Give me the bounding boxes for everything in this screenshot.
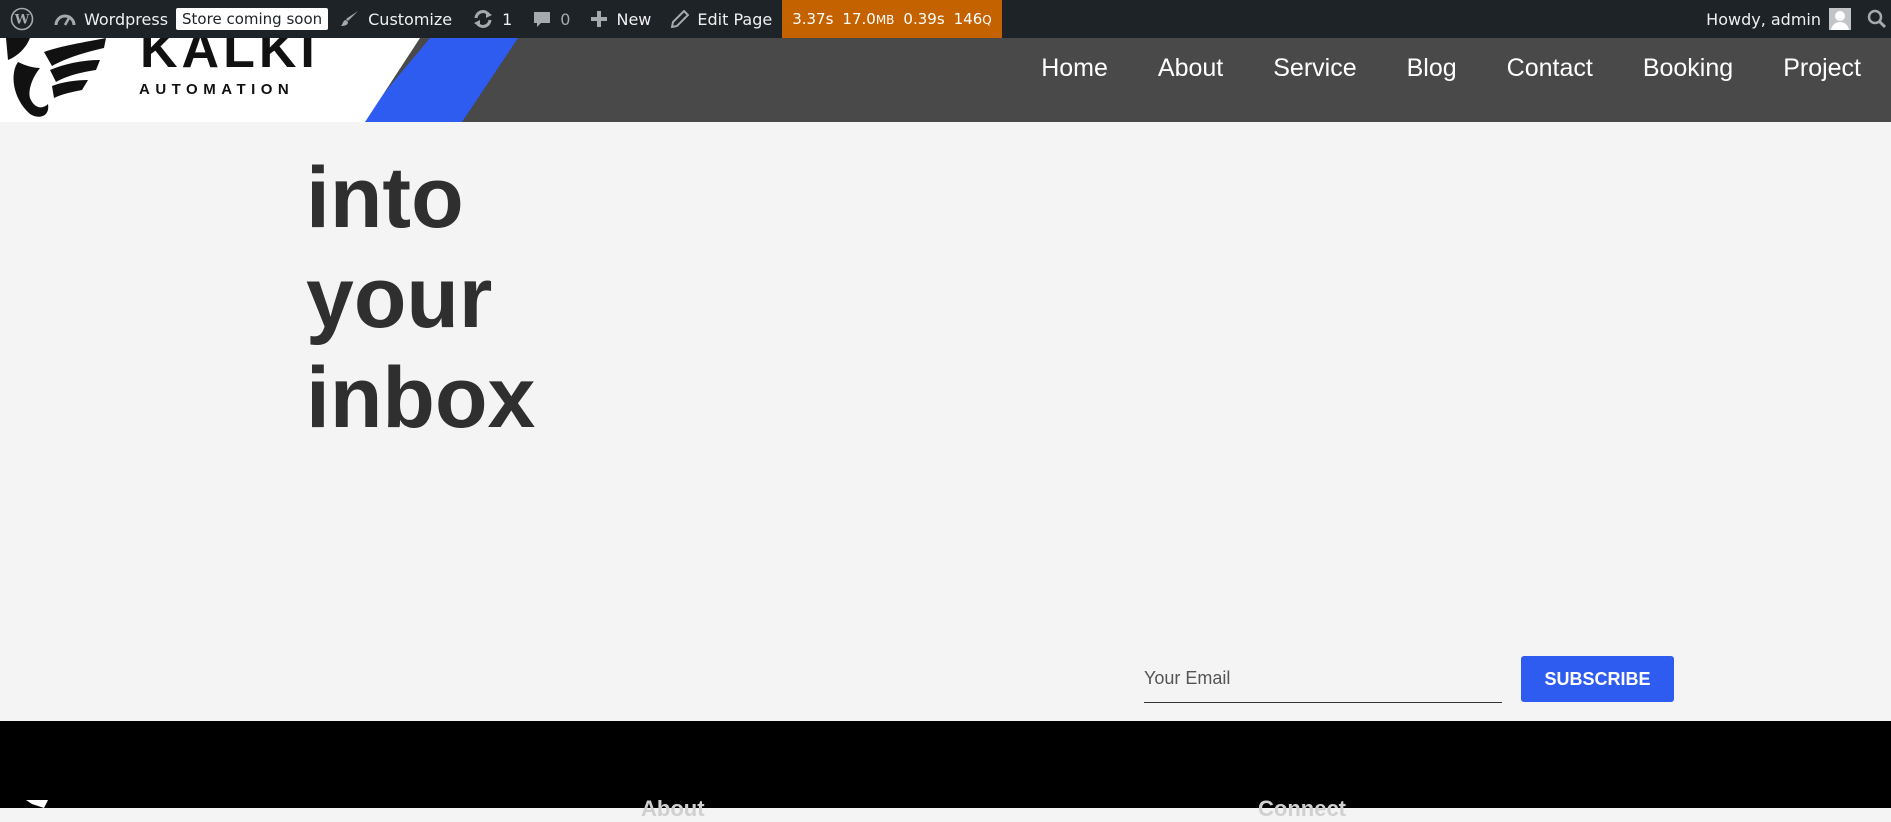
qm-memory-wrap: 17.0MB [842, 10, 894, 28]
svg-text:W: W [14, 13, 30, 28]
admin-search[interactable] [1863, 0, 1891, 38]
site-footer: About Connect [0, 721, 1891, 821]
avatar [1829, 8, 1851, 30]
store-coming-soon-badge[interactable]: Store coming soon [176, 8, 329, 30]
qm-memory-unit: MB [875, 13, 895, 27]
nav-home[interactable]: Home [1041, 54, 1108, 83]
updates-link[interactable]: 1 [462, 0, 522, 38]
hero-line-inbox: inbox [306, 350, 536, 446]
dashboard-icon [54, 10, 76, 28]
new-content-link[interactable]: New [580, 0, 661, 38]
footer-logo-icon [26, 800, 48, 808]
email-field-wrap [1144, 660, 1502, 703]
comment-icon [532, 9, 552, 29]
refresh-icon [472, 9, 494, 29]
site-header: KALKI AUTOMATION Home About Service Blog… [0, 38, 1891, 122]
nav-project[interactable]: Project [1783, 54, 1861, 83]
admin-bar-right: Howdy, admin [1696, 0, 1891, 38]
customize-link[interactable]: Customize [330, 0, 462, 38]
brush-icon [340, 9, 360, 29]
qm-db-time: 0.39s [903, 10, 945, 28]
comments-link[interactable]: 0 [522, 0, 580, 38]
updates-count: 1 [502, 9, 513, 29]
email-field[interactable] [1144, 660, 1502, 696]
admin-bar: W Wordpress Store coming soon Customize … [0, 0, 1891, 38]
main-nav: Home About Service Blog Contact Booking … [1041, 38, 1861, 98]
site-name-menu[interactable]: Wordpress [44, 0, 178, 38]
customize-label: Customize [368, 9, 453, 29]
edit-page-link[interactable]: Edit Page [661, 0, 782, 38]
logo-tagline: AUTOMATION [139, 81, 295, 98]
subscribe-button[interactable]: SUBSCRIBE [1521, 656, 1674, 702]
qm-memory: 17.0 [842, 10, 876, 28]
wordpress-menu[interactable]: W [0, 0, 44, 38]
nav-service[interactable]: Service [1273, 54, 1356, 83]
search-icon [1867, 9, 1887, 29]
qm-queries-unit: Q [982, 13, 992, 27]
plus-icon [590, 10, 608, 28]
hero-line-into: into [306, 150, 464, 246]
nav-contact[interactable]: Contact [1507, 54, 1593, 83]
qm-queries-wrap: 146Q [954, 10, 992, 28]
edit-page-label: Edit Page [697, 9, 773, 29]
nav-booking[interactable]: Booking [1643, 54, 1733, 83]
new-label: New [616, 9, 652, 29]
qm-queries: 146 [953, 10, 983, 28]
hero-line-your: your [306, 250, 493, 346]
wordpress-icon: W [10, 7, 34, 31]
logo-mark-icon [6, 38, 106, 117]
nav-blog[interactable]: Blog [1407, 54, 1457, 83]
footer-heading-connect: Connect [1258, 796, 1346, 821]
qm-time: 3.37s [792, 10, 834, 28]
comments-count: 0 [560, 9, 571, 29]
nav-about[interactable]: About [1158, 54, 1223, 83]
site-name: Wordpress [84, 9, 169, 29]
query-monitor[interactable]: 3.37s 17.0MB 0.39s 146Q [782, 0, 1002, 38]
footer-heading-about: About [641, 796, 705, 821]
howdy-text: Howdy, admin [1706, 9, 1821, 29]
pencil-icon [671, 10, 690, 28]
my-account[interactable]: Howdy, admin [1696, 0, 1863, 38]
